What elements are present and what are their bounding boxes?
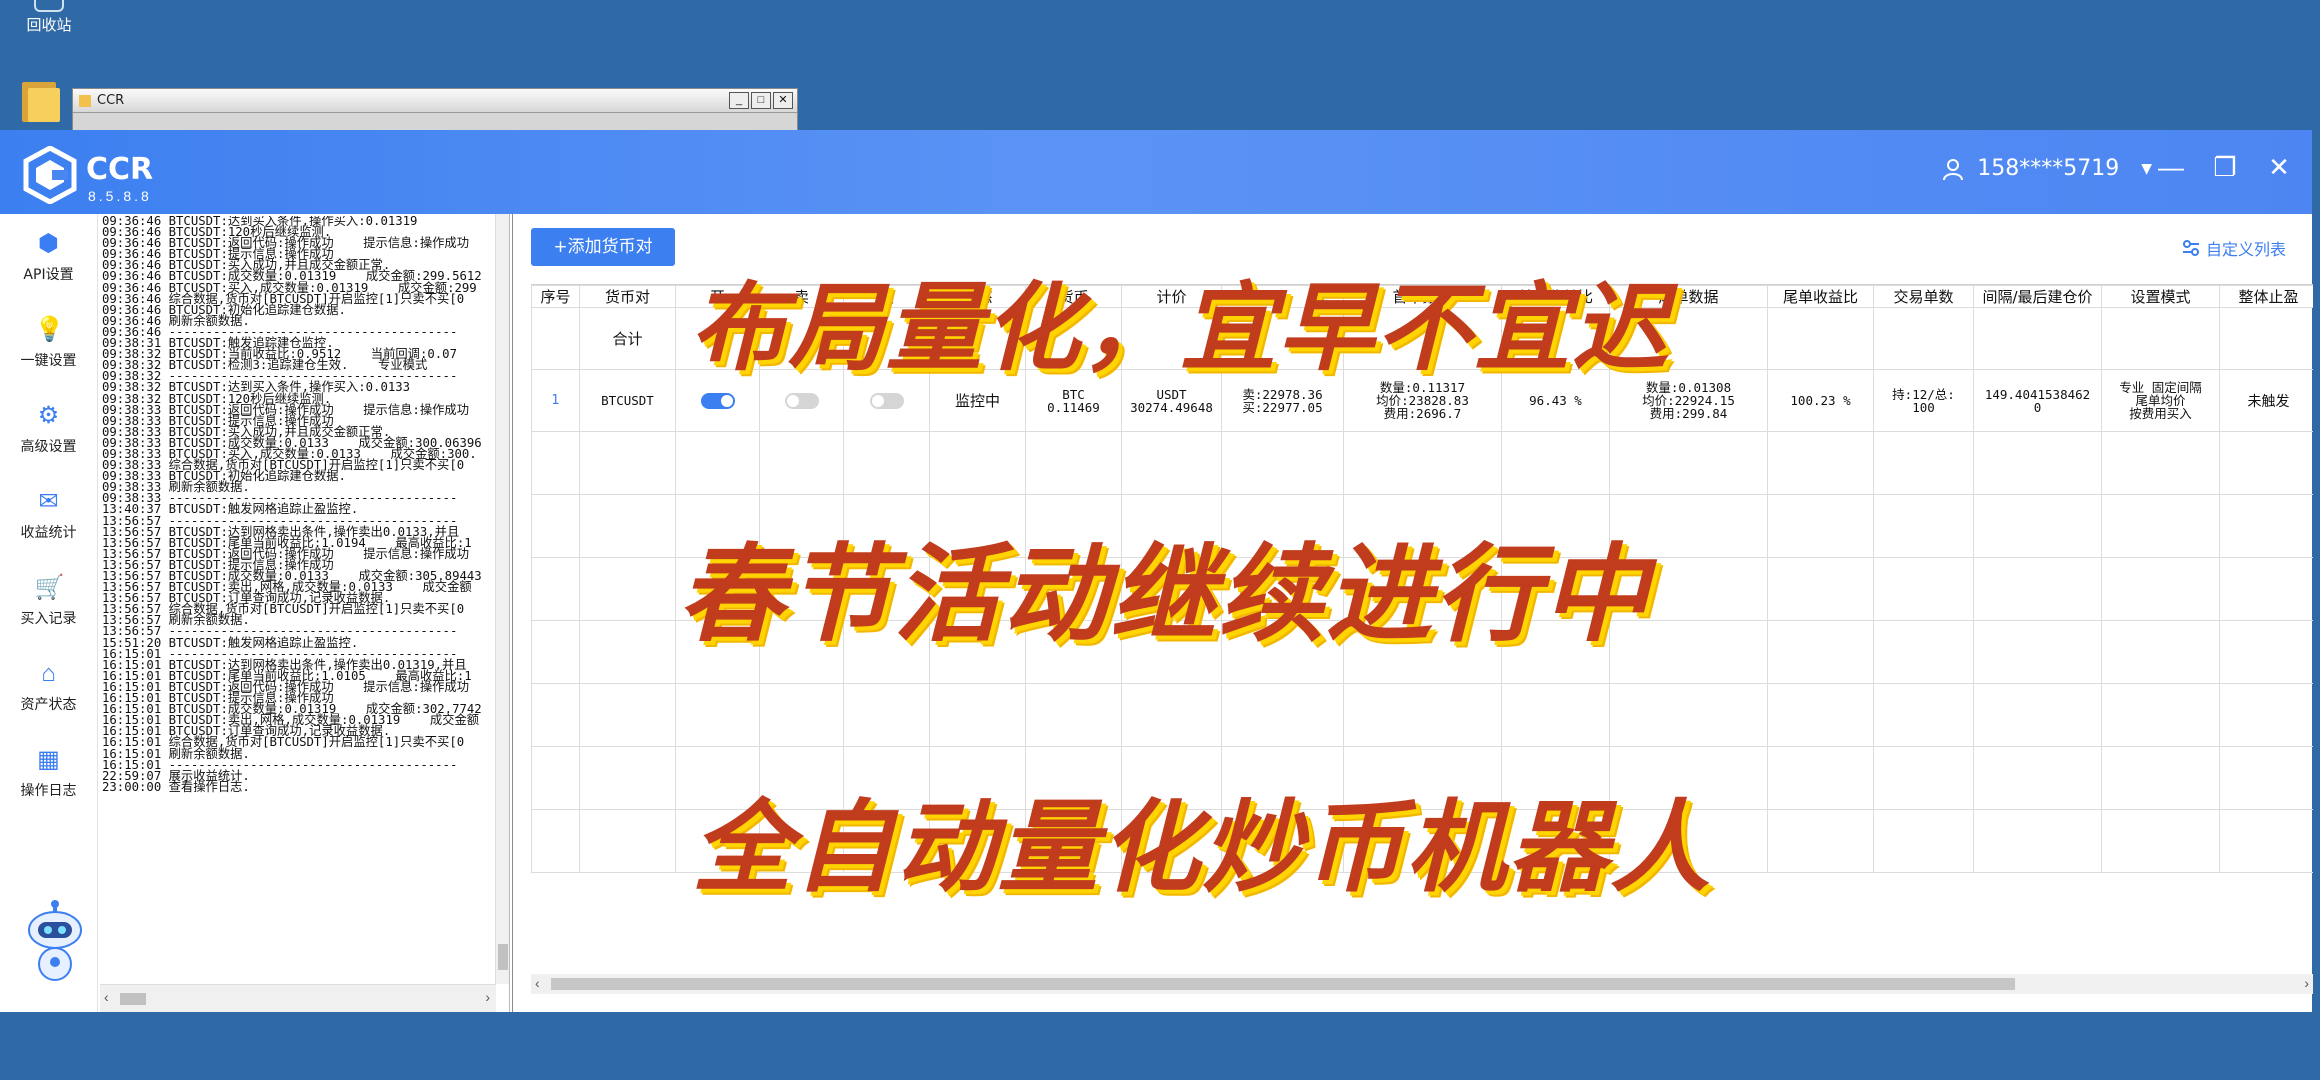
user-account: 158****5719 <box>1977 156 2120 181</box>
cart-icon: 🛒 <box>34 574 65 601</box>
recycle-bin-desktop-icon[interactable]: 回收站 <box>14 0 84 35</box>
ccr-logo-icon <box>23 146 77 204</box>
custom-list-link[interactable]: 自定义列表 <box>2182 236 2286 260</box>
enable-toggle[interactable] <box>700 392 735 409</box>
app-titlebar[interactable]: CCR 8.5.8.8 158****5719 ▼ — ❐ ✕ <box>0 130 2312 214</box>
log-vertical-scrollbar[interactable] <box>495 214 509 984</box>
col-header: 间隔/最后建仓价 <box>1973 285 2102 308</box>
promo-line-2: 春节活动继续进行中 <box>678 533 1650 656</box>
chevron-left-icon[interactable]: ‹ <box>535 975 540 991</box>
home-icon: ⌂ <box>41 660 56 687</box>
maximize-icon[interactable]: □ <box>751 92 771 109</box>
sidebar-item-label: 一键设置 <box>20 353 77 369</box>
folder-desktop-icon[interactable] <box>22 78 60 122</box>
promo-line-3: 全自动量化炒币机器人 <box>692 789 1712 906</box>
folder-icon <box>79 94 91 107</box>
promo-line-1: 布局量化，宜早不宜迟 <box>690 272 1670 384</box>
close-icon[interactable]: ✕ <box>2266 152 2292 182</box>
log-text: 09:36:46 BTCUSDT:达到买入条件,操作买入:0.01319 09:3… <box>102 216 494 972</box>
close-icon[interactable]: ✕ <box>773 92 793 109</box>
envelope-icon: ✉ <box>38 488 59 515</box>
empty-table-row <box>531 683 2313 747</box>
row-last-ratio: 100.23 % <box>1767 369 1874 432</box>
col-header: 序号 <box>531 285 580 308</box>
row-take-profit: 未触发 <box>2219 369 2313 432</box>
custom-list-label: 自定义列表 <box>2205 240 2286 259</box>
empty-table-row <box>531 431 2313 495</box>
sidebar-item-asset-status[interactable]: ⌂ 资产状态 <box>0 644 97 730</box>
sidebar-item-operation-log[interactable]: ▦ 操作日志 <box>0 730 97 816</box>
chevron-right-icon[interactable]: › <box>2304 975 2309 991</box>
sidebar-item-label: 高级设置 <box>20 439 77 455</box>
sidebar-item-quick-settings[interactable]: 💡 一键设置 <box>0 300 97 386</box>
sidebar-item-label: API设置 <box>23 267 74 283</box>
sidebar-item-api-settings[interactable]: ⬢ API设置 <box>0 214 97 300</box>
table-horizontal-scrollbar[interactable]: ‹ › <box>531 974 2313 994</box>
sidebar: ⬢ API设置 💡 一键设置 ⚙ 高级设置 ✉ 收益统计 🛒 买入记录 ⌂ 资产… <box>0 214 98 1012</box>
sidebar-item-label: 操作日志 <box>20 783 77 799</box>
minimize-icon[interactable]: _ <box>729 92 749 109</box>
bulb-icon: 💡 <box>34 316 65 343</box>
log-line: 23:00:00 查看操作日志. <box>102 779 250 794</box>
background-window-title: CCR <box>97 93 125 108</box>
robot-assistant-icon[interactable] <box>22 898 88 984</box>
user-menu[interactable]: 158****5719 ▼ <box>1941 156 2152 181</box>
taskbar-area <box>0 1012 2320 1080</box>
col-header: 交易单数 <box>1873 285 1974 308</box>
row-interval: 149.4041538462 0 <box>1973 369 2102 432</box>
row-orders: 持:12/总: 100 <box>1873 369 1974 432</box>
sidebar-item-buy-records[interactable]: 🛒 买入记录 <box>0 558 97 644</box>
sliders-icon <box>2182 240 2199 256</box>
chevron-left-icon[interactable]: ‹ <box>104 989 109 1005</box>
gear-icon: ⚙ <box>37 402 60 429</box>
shield-icon: ⬢ <box>38 230 59 257</box>
mode-toggle[interactable] <box>869 392 904 409</box>
app-name: CCR <box>86 152 154 187</box>
row-mode: 专业 固定间隔 尾单均价 按费用买入 <box>2101 369 2220 432</box>
sell-only-toggle[interactable] <box>784 392 819 409</box>
sidebar-item-label: 买入记录 <box>20 611 77 627</box>
row-index: 1 <box>531 369 580 432</box>
add-pair-button[interactable]: +添加货币对 <box>531 228 675 266</box>
caret-down-icon[interactable]: ▼ <box>2141 161 2152 177</box>
col-header: 整体止盈 <box>2219 285 2313 308</box>
background-window-titlebar[interactable]: CCR _ □ ✕ <box>73 89 797 113</box>
total-label: 合计 <box>579 307 676 370</box>
sidebar-item-label: 资产状态 <box>20 697 77 713</box>
minimize-icon[interactable]: — <box>2158 152 2184 182</box>
col-header: 尾单收益比 <box>1767 285 1874 308</box>
sidebar-item-advanced-settings[interactable]: ⚙ 高级设置 <box>0 386 97 472</box>
sidebar-item-profit-stats[interactable]: ✉ 收益统计 <box>0 472 97 558</box>
user-icon <box>1943 158 1964 180</box>
recycle-bin-icon <box>34 0 64 12</box>
row-pair: BTCUSDT <box>579 369 676 432</box>
sidebar-item-label: 收益统计 <box>20 525 77 541</box>
col-header: 货币对 <box>579 285 676 308</box>
chevron-right-icon[interactable]: › <box>485 989 490 1005</box>
restore-icon[interactable]: ❐ <box>2212 152 2238 182</box>
log-icon: ▦ <box>37 746 60 773</box>
col-header: 设置模式 <box>2101 285 2220 308</box>
operation-log-panel[interactable]: 09:36:46 BTCUSDT:达到买入条件,操作买入:0.01319 09:3… <box>100 214 510 1012</box>
app-version: 8.5.8.8 <box>88 188 152 204</box>
recycle-bin-label: 回收站 <box>26 16 72 34</box>
log-horizontal-scrollbar[interactable]: ‹ › <box>100 984 496 1012</box>
